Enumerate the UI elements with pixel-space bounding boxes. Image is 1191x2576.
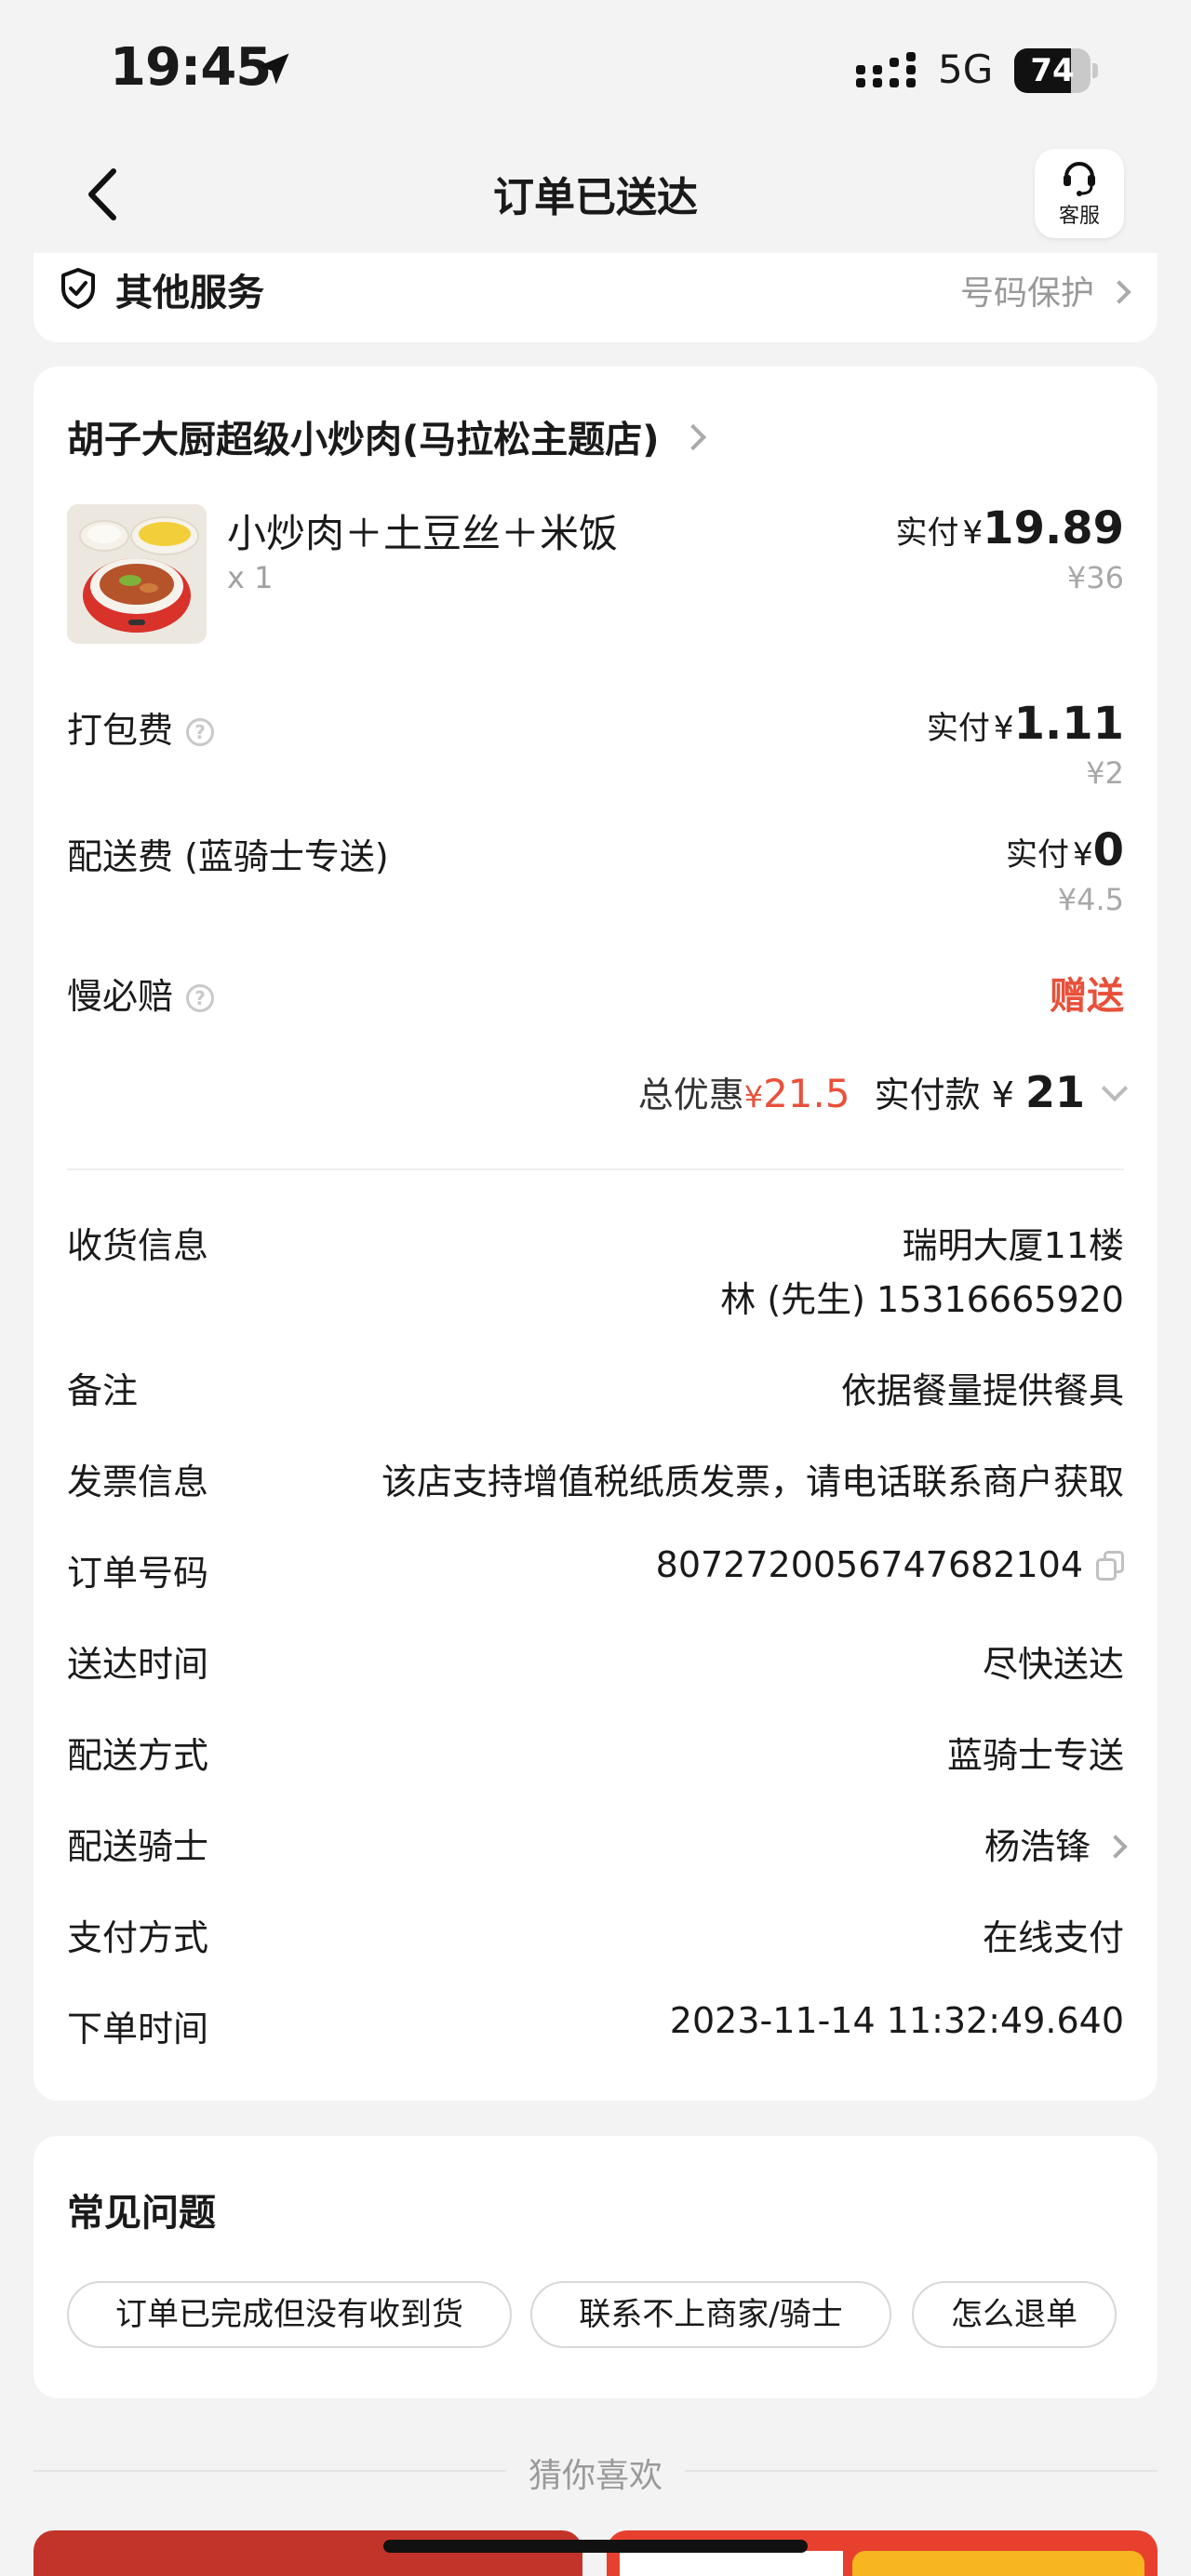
copy-icon[interactable]: [1096, 1551, 1124, 1581]
status-bar: 19:45 5G 74: [0, 0, 1191, 140]
page-title: 订单已送达: [493, 174, 698, 221]
shield-check-icon: [61, 268, 95, 309]
delivery-fee-price: 实付 ¥0 ¥4.5: [1006, 824, 1124, 917]
slow-comp-value: 赠送: [1050, 975, 1124, 1018]
note-value: 依据餐量提供餐具: [840, 1370, 1124, 1411]
total-paid-label: 实付款: [874, 1074, 981, 1115]
promo-panel: [620, 2551, 843, 2576]
shop-link[interactable]: 胡子大厨超级小炒肉(马拉松主题店): [67, 409, 1124, 463]
arrive-time-value: 尽快送达: [982, 1644, 1124, 1685]
currency-symbol: ¥: [991, 1074, 1014, 1115]
dish-paid-amount: 19.89: [983, 502, 1124, 554]
faq-chip-cancel-order[interactable]: 怎么退单: [912, 2281, 1117, 2348]
home-indicator: [383, 2540, 808, 2553]
slow-comp-label: 慢必赔: [67, 976, 174, 1017]
chevron-right-icon: [1104, 1835, 1128, 1859]
order-number-label: 订单号码: [67, 1553, 209, 1594]
divider: [67, 1168, 1124, 1170]
delivery-fee-label: 配送费 (蓝骑士专送): [67, 836, 389, 877]
divider: [685, 2470, 1158, 2472]
question-icon[interactable]: ?: [186, 984, 215, 1012]
currency-symbol: ¥: [993, 710, 1014, 747]
arrive-time-label: 送达时间: [67, 1644, 209, 1685]
order-total-summary[interactable]: 总优惠¥21.5 实付款 ¥ 21: [637, 1066, 1129, 1117]
promo-banner: [852, 2551, 1144, 2576]
chevron-down-icon: [1101, 1074, 1129, 1102]
faq-chip-not-received[interactable]: 订单已完成但没有收到货: [67, 2281, 512, 2348]
dish-photo-illustration: [67, 504, 207, 644]
packing-fee-price: 实付 ¥1.11 ¥2: [927, 698, 1124, 791]
delivery-method-label: 配送方式: [67, 1735, 209, 1776]
number-protection-link[interactable]: 号码保护: [959, 266, 1131, 314]
payment-method-value: 在线支付: [982, 1917, 1124, 1958]
order-number-value: 8072720056747682104: [655, 1544, 1083, 1585]
receiver-label: 收货信息: [67, 1225, 209, 1266]
currency-symbol: ¥: [743, 1079, 764, 1114]
signal-icon: [856, 52, 916, 87]
slow-comp-label-row: 慢必赔?: [67, 968, 1124, 1019]
faq-title: 常见问题: [67, 2192, 216, 2235]
recommend-title: 猜你喜欢: [528, 2457, 662, 2495]
battery-percent: 74: [1030, 52, 1075, 89]
delivery-fee-original: ¥4.5: [1057, 882, 1124, 917]
shop-name: 胡子大厨超级小炒肉(马拉松主题店): [67, 419, 660, 461]
dish-price: 实付 ¥19.89 ¥36: [896, 502, 1124, 595]
packing-fee-paid: 1.11: [1013, 698, 1124, 750]
packing-fee-original: ¥2: [1086, 755, 1124, 791]
currency-symbol: ¥: [1072, 836, 1093, 874]
order-number-row: 8072720056747682104: [656, 1544, 1124, 1585]
paid-label: 实付: [1005, 836, 1069, 874]
status-time: 19:45: [110, 37, 272, 98]
delivery-method-value: 蓝骑士专送: [946, 1735, 1124, 1776]
customer-service-label: 客服: [1058, 205, 1100, 228]
paid-label: 实付: [926, 710, 990, 747]
dish-image[interactable]: [67, 504, 207, 644]
total-paid-amount: 21: [1024, 1067, 1085, 1117]
chevron-right-icon: [1107, 280, 1131, 304]
packing-fee-label: 打包费: [67, 710, 174, 751]
dish-original-price: ¥36: [1066, 560, 1124, 595]
rider-label: 配送骑士: [67, 1826, 209, 1867]
faq-card: 常见问题 订单已完成但没有收到货 联系不上商家/骑士 怎么退单: [33, 2136, 1158, 2398]
order-detail-card: 胡子大厨超级小炒肉(马拉松主题店) 小炒肉＋土豆丝＋米饭 x 1 实付 ¥19.8…: [33, 367, 1158, 2101]
order-time-value: 2023-11-14 11:32:49.640: [669, 2000, 1124, 2041]
nav-bar: 订单已送达 客服: [0, 140, 1191, 251]
other-services-title: 其他服务: [115, 272, 264, 314]
recommend-card[interactable]: [607, 2530, 1158, 2576]
question-icon[interactable]: ?: [186, 718, 215, 746]
receiver-address: 瑞明大厦11楼: [902, 1225, 1124, 1266]
note-label: 备注: [67, 1370, 139, 1411]
discount-amount: 21.5: [763, 1071, 850, 1116]
recommend-card[interactable]: [33, 2530, 582, 2576]
dish-quantity: x 1: [227, 560, 274, 595]
order-time-label: 下单时间: [67, 2009, 209, 2049]
rider-link[interactable]: 杨浩锋: [984, 1818, 1128, 1869]
delivery-fee-paid: 0: [1092, 824, 1124, 876]
faq-chip-cannot-contact[interactable]: 联系不上商家/骑士: [530, 2281, 891, 2348]
chevron-right-icon: [679, 423, 706, 451]
currency-symbol: ¥: [962, 514, 984, 552]
discount-label: 总优惠: [637, 1074, 744, 1115]
invoice-value: 该店支持增值税纸质发票，请电话联系商户获取: [381, 1462, 1124, 1502]
customer-service-button[interactable]: 客服: [1035, 149, 1124, 238]
headset-icon: [1064, 162, 1095, 196]
location-arrow-icon: [258, 53, 289, 85]
network-type: 5G: [938, 47, 994, 92]
invoice-label: 发票信息: [67, 1462, 209, 1502]
battery-icon: 74: [1014, 48, 1098, 93]
rider-name: 杨浩锋: [984, 1826, 1091, 1867]
receiver-contact: 林 (先生) 15316665920: [720, 1279, 1124, 1320]
back-button[interactable]: [74, 162, 130, 227]
paid-label: 实付: [895, 514, 959, 552]
payment-method-label: 支付方式: [67, 1917, 209, 1958]
number-protection-label: 号码保护: [959, 274, 1094, 313]
other-services-card[interactable]: 其他服务 号码保护: [33, 253, 1158, 342]
dish-name: 小炒肉＋土豆丝＋米饭: [227, 511, 619, 556]
